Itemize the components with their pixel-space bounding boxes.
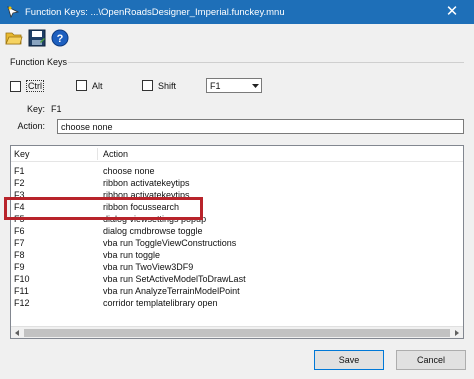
- list-item-action: vba run TwoView3DF9: [103, 262, 194, 272]
- list-item-key: F9: [14, 262, 25, 272]
- key-row: Key: F1: [0, 104, 62, 114]
- scrollbar-thumb[interactable]: [24, 329, 450, 337]
- open-folder-icon[interactable]: [4, 28, 24, 48]
- list-item-key: F1: [14, 166, 25, 176]
- alt-modifier[interactable]: Alt: [76, 80, 103, 91]
- list-item[interactable]: F7 vba run ToggleViewConstructions: [11, 237, 463, 249]
- svg-text:?: ?: [57, 33, 64, 45]
- list-item-action: vba run ToggleViewConstructions: [103, 238, 237, 248]
- shift-modifier[interactable]: Shift: [142, 80, 176, 91]
- title-bar: Function Keys: ...\OpenRoadsDesigner_Imp…: [0, 0, 474, 24]
- function-key-select-value: F1: [210, 80, 221, 91]
- close-button[interactable]: ✕: [430, 0, 474, 24]
- chevron-down-icon: [249, 83, 261, 88]
- list-item-action: vba run AnalyzeTerrainModelPoint: [103, 286, 240, 296]
- list-item[interactable]: F2 ribbon activatekeytips: [11, 177, 463, 189]
- list-item[interactable]: F1 choose none: [11, 165, 463, 177]
- action-label: Action:: [17, 121, 45, 131]
- list-item-action: dialog cmdbrowse toggle: [103, 226, 203, 236]
- alt-checkbox[interactable]: [76, 80, 87, 91]
- list-item-action: choose none: [103, 166, 155, 176]
- list-item-action: vba run SetActiveModelToDrawLast: [103, 274, 246, 284]
- list-item[interactable]: F9 vba run TwoView3DF9: [11, 261, 463, 273]
- list-item-key: F11: [14, 286, 29, 296]
- list-item-key: F2: [14, 178, 25, 188]
- scroll-left-icon[interactable]: [11, 327, 23, 338]
- list-item-action: dialog viewsettings popup: [103, 214, 207, 224]
- shift-checkbox[interactable]: [142, 80, 153, 91]
- ctrl-label: Ctrl: [26, 80, 44, 92]
- list-item-key: F6: [14, 226, 25, 236]
- list-item[interactable]: F12 corridor templatelibrary open: [11, 297, 463, 309]
- help-icon[interactable]: ?: [50, 28, 70, 48]
- horizontal-scrollbar[interactable]: [11, 326, 463, 338]
- cancel-button[interactable]: Cancel: [396, 350, 466, 370]
- window-title: Function Keys: ...\OpenRoadsDesigner_Imp…: [25, 6, 285, 18]
- list-item[interactable]: F11 vba run AnalyzeTerrainModelPoint: [11, 285, 463, 297]
- list-item-key: F3: [14, 190, 25, 200]
- list-item[interactable]: F3 ribbon activatekeytips: [11, 189, 463, 201]
- toolbar: ?: [4, 27, 70, 49]
- shift-label: Shift: [158, 80, 177, 91]
- save-button[interactable]: Save: [314, 350, 384, 370]
- list-item-action: ribbon activatekeytips: [103, 190, 190, 200]
- list-item[interactable]: F6 dialog cmdbrowse toggle: [11, 225, 463, 237]
- list-item-action: corridor templatelibrary open: [103, 298, 218, 308]
- function-key-list: Key Action F1 choose none F2 ribbon activat…: [10, 145, 464, 339]
- list-item[interactable]: F8 vba run toggle: [11, 249, 463, 261]
- ctrl-checkbox[interactable]: [10, 80, 21, 92]
- action-input[interactable]: choose none: [57, 119, 464, 134]
- list-item[interactable]: F4 ribbon focussearch: [11, 201, 463, 213]
- list-item[interactable]: F10 vba run SetActiveModelToDrawLast: [11, 273, 463, 285]
- list-item-key: F12: [14, 298, 30, 308]
- list-item-key: F5: [14, 214, 25, 224]
- key-label: Key:: [26, 104, 45, 114]
- column-header-action[interactable]: Action: [103, 149, 128, 159]
- ctrl-modifier[interactable]: Ctrl: [10, 80, 44, 92]
- function-key-select[interactable]: F1: [206, 78, 262, 93]
- save-disk-icon[interactable]: [27, 28, 47, 48]
- list-header: Key Action: [11, 146, 463, 162]
- action-row: Action:: [0, 121, 51, 131]
- list-item-key: F8: [14, 250, 25, 260]
- list-item-action: ribbon activatekeytips: [103, 178, 190, 188]
- function-keys-group-label: Function Keys: [10, 57, 68, 67]
- group-divider: [68, 62, 464, 63]
- list-item-key: F10: [14, 274, 30, 284]
- alt-label: Alt: [92, 80, 103, 91]
- list-item-key: F7: [14, 238, 25, 248]
- key-value: F1: [51, 104, 62, 114]
- scroll-right-icon[interactable]: [451, 327, 463, 338]
- column-header-key[interactable]: Key: [14, 149, 30, 159]
- column-separator: [97, 148, 98, 160]
- list-item-key: F4: [14, 202, 25, 212]
- function-keys-app-icon: [7, 6, 20, 19]
- list-item-action: ribbon focussearch: [103, 202, 180, 212]
- list-item[interactable]: F5 dialog viewsettings popup: [11, 213, 463, 225]
- list-item-action: vba run toggle: [103, 250, 161, 260]
